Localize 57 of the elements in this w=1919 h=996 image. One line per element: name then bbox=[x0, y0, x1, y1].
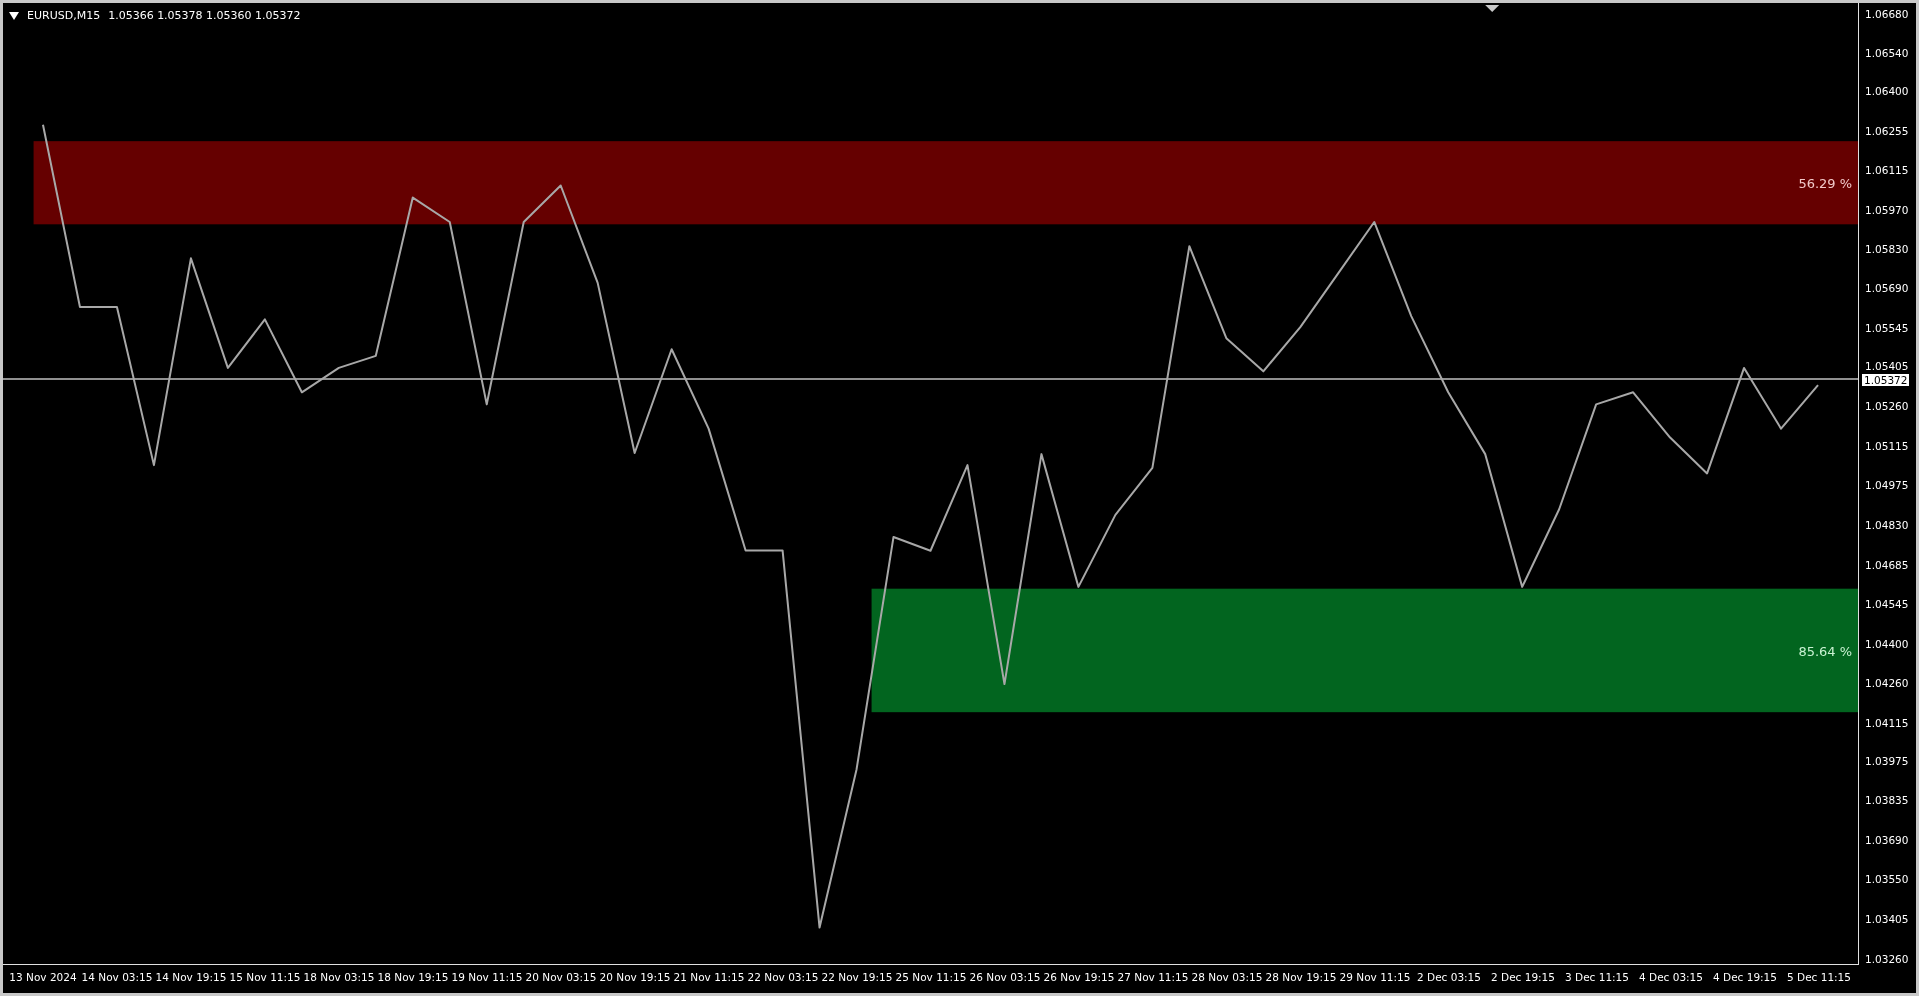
time-axis-label: 13 Nov 2024 bbox=[9, 971, 77, 983]
price-axis-label: 1.05830 bbox=[1865, 243, 1909, 255]
price-axis-label: 1.03690 bbox=[1865, 835, 1909, 847]
time-axis-label: 18 Nov 19:15 bbox=[377, 971, 449, 983]
zone-percent-label: 85.64 % bbox=[1798, 644, 1852, 660]
caret-icon[interactable] bbox=[9, 11, 19, 20]
symbol-label: EURUSD,M15 bbox=[27, 9, 101, 22]
time-axis-label: 28 Nov 19:15 bbox=[1265, 971, 1337, 983]
time-axis-label: 5 Dec 11:15 bbox=[1787, 971, 1851, 983]
time-axis-label: 26 Nov 03:15 bbox=[969, 971, 1041, 983]
price-axis-label: 1.06255 bbox=[1865, 126, 1909, 138]
price-axis-label: 1.04115 bbox=[1865, 717, 1909, 729]
time-axis-label: 14 Nov 03:15 bbox=[81, 971, 153, 983]
price-axis-label: 1.04545 bbox=[1865, 598, 1909, 610]
price-axis-label: 1.05405 bbox=[1865, 361, 1909, 373]
time-axis-label: 29 Nov 11:15 bbox=[1339, 971, 1411, 983]
price-axis-label: 1.03975 bbox=[1865, 756, 1909, 768]
price-axis-label: 1.04975 bbox=[1865, 480, 1909, 492]
price-axis-label: 1.06115 bbox=[1865, 165, 1909, 177]
quote-label: 1.05366 1.05378 1.05360 1.05372 bbox=[108, 9, 301, 22]
price-axis-label: 1.03550 bbox=[1865, 873, 1909, 885]
price-axis-label: 1.04400 bbox=[1865, 639, 1909, 650]
shift-marker-icon[interactable] bbox=[1485, 5, 1500, 12]
price-axis-label: 1.03405 bbox=[1865, 914, 1909, 925]
price-axis-label: 1.05690 bbox=[1865, 282, 1909, 294]
time-axis-label: 28 Nov 03:15 bbox=[1191, 971, 1263, 983]
time-axis-label: 4 Dec 19:15 bbox=[1713, 971, 1777, 983]
time-axis-label: 14 Nov 19:15 bbox=[155, 971, 227, 983]
time-axis-label: 20 Nov 19:15 bbox=[599, 971, 671, 983]
time-axis-label: 18 Nov 03:15 bbox=[303, 971, 375, 983]
time-axis-label: 20 Nov 03:15 bbox=[525, 971, 597, 983]
time-axis-label: 2 Dec 03:15 bbox=[1417, 971, 1481, 983]
time-axis-label: 21 Nov 11:15 bbox=[673, 971, 745, 983]
zone-percent-label: 56.29 % bbox=[1798, 175, 1852, 191]
time-axis-label: 4 Dec 03:15 bbox=[1639, 971, 1703, 983]
price-axis-label: 1.04260 bbox=[1865, 677, 1909, 689]
time-axis-label: 26 Nov 19:15 bbox=[1043, 971, 1115, 983]
price-axis-label: 1.05545 bbox=[1865, 322, 1909, 334]
price-axis-label: 1.05115 bbox=[1865, 441, 1909, 453]
time-axis-label: 3 Dec 11:15 bbox=[1565, 971, 1629, 983]
price-axis-label: 1.03835 bbox=[1865, 795, 1909, 807]
time-axis-label: 27 Nov 11:15 bbox=[1117, 971, 1189, 983]
price-axis-label: 1.04685 bbox=[1865, 560, 1909, 572]
price-axis-label: 1.03260 bbox=[1865, 954, 1909, 966]
price-axis-label: 1.05260 bbox=[1865, 401, 1909, 413]
price-axis-label: 1.05970 bbox=[1865, 205, 1909, 217]
time-axis-label: 2 Dec 19:15 bbox=[1491, 971, 1555, 983]
time-axis-label: 15 Nov 11:15 bbox=[229, 971, 301, 983]
time-axis-label: 22 Nov 19:15 bbox=[821, 971, 893, 983]
time-axis-label: 25 Nov 11:15 bbox=[895, 971, 967, 983]
time-axis-label: 22 Nov 03:15 bbox=[747, 971, 819, 983]
price-axis-label: 1.06540 bbox=[1865, 47, 1909, 59]
current-price-badge: 1.05372 bbox=[1862, 374, 1910, 387]
price-axis-label: 1.06400 bbox=[1865, 86, 1909, 98]
time-axis-label: 19 Nov 11:15 bbox=[451, 971, 523, 983]
price-axis-label: 1.04830 bbox=[1865, 520, 1909, 532]
price-axis-label: 1.06680 bbox=[1865, 8, 1909, 20]
